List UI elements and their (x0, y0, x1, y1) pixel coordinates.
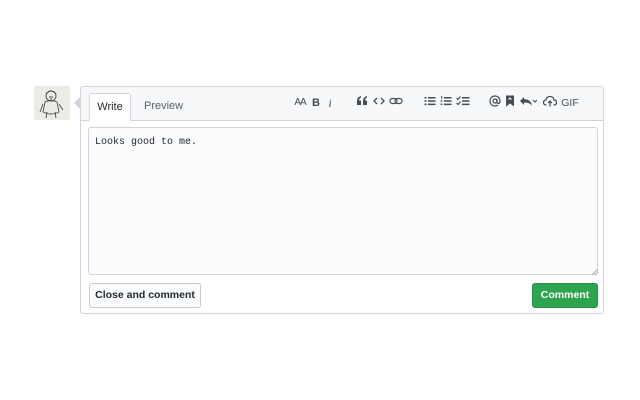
heading-button[interactable]: AA (293, 95, 307, 111)
unordered-list-icon[interactable] (424, 95, 436, 111)
comment-button[interactable]: Comment (532, 283, 598, 308)
bold-button[interactable]: B (311, 95, 321, 111)
gif-button[interactable]: GIF (561, 95, 579, 111)
mention-icon[interactable] (489, 95, 501, 111)
task-list-icon[interactable] (456, 95, 470, 111)
comment-textarea[interactable]: Looks good to me. (88, 127, 598, 275)
comment-box: Write Preview AA B i GIF Looks good to m… (80, 86, 604, 314)
close-and-comment-button[interactable]: Close and comment (89, 283, 201, 308)
quote-icon[interactable] (356, 95, 368, 111)
link-icon[interactable] (389, 95, 403, 111)
avatar[interactable] (34, 86, 70, 120)
upload-cloud-icon[interactable] (543, 95, 557, 111)
ordered-list-icon[interactable] (440, 95, 452, 111)
comment-box-header: Write Preview AA B i GIF (81, 87, 603, 121)
reply-icon[interactable] (519, 95, 537, 111)
tab-preview[interactable]: Preview (136, 93, 191, 121)
tab-write[interactable]: Write (89, 93, 131, 121)
resize-grip-icon[interactable] (592, 269, 598, 275)
markdown-toolbar: AA B i GIF (293, 95, 593, 113)
bookmark-icon[interactable] (505, 95, 515, 111)
code-icon[interactable] (373, 95, 385, 111)
italic-button[interactable]: i (326, 95, 334, 111)
